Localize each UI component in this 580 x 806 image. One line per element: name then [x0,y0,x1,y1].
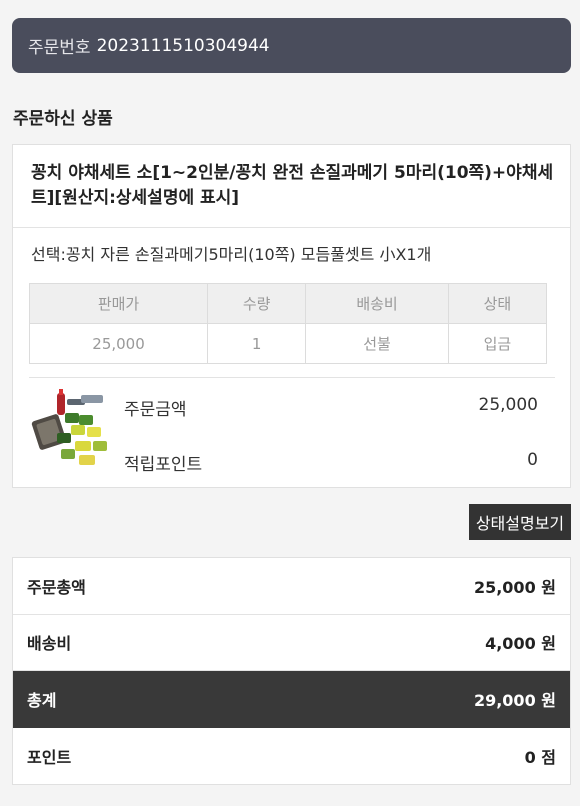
points-row: 적립포인트 0 [124,450,538,475]
order-total-value: 25,000 원 [473,577,556,597]
point-value: 0 점 [524,747,556,767]
order-number-value: 2023111510304944 [96,35,270,56]
point-label: 포인트 [27,747,72,767]
total-label: 총계 [27,691,57,711]
product-info-table: 판매가 수량 배송비 상태 25,000 1 선불 입금 [28,283,548,364]
total-value: 29,000 원 [473,691,556,711]
order-number-banner: 주문번호 2023111510304944 [12,18,571,73]
table-row: 25,000 1 선불 입금 [28,323,548,364]
order-amount-row: 주문금액 25,000 [124,395,538,420]
shipping-label: 배송비 [27,634,72,654]
order-summary: 주문총액 25,000 원 배송비 4,000 원 총계 29,000 원 포인… [12,557,571,785]
col-status-header: 상태 [447,283,548,324]
col-shipping-header: 배송비 [305,283,449,324]
section-title: 주문하신 상품 [13,109,113,129]
status-description-button[interactable]: 상태설명보기 [469,504,571,540]
order-number-label: 주문번호 [28,38,91,58]
col-qty-header: 수량 [207,283,307,324]
cell-status: 입금 [447,323,548,364]
shipping-value: 4,000 원 [485,634,556,654]
divider [13,227,570,228]
table-header-row: 판매가 수량 배송비 상태 [28,283,548,324]
summary-shipping-row: 배송비 4,000 원 [13,615,570,671]
summary-point-row: 포인트 0 점 [13,728,570,785]
order-amount-label: 주문금액 [124,400,187,420]
cell-shipping: 선불 [305,323,449,364]
divider [29,377,555,378]
order-amount-value: 25,000 [478,395,538,415]
cell-qty: 1 [207,323,307,364]
summary-total-row: 총계 29,000 원 [13,671,570,728]
points-value: 0 [527,450,538,470]
product-card: 꽁치 야채세트 소[1~2인분/꽁치 완전 손질과메기 5마리(10쪽)+야채세… [12,144,571,488]
product-thumbnail[interactable] [31,389,111,471]
points-label: 적립포인트 [124,455,203,475]
col-price-header: 판매가 [28,283,209,324]
cell-price: 25,000 [28,323,209,364]
product-option: 선택:꽁치 자른 손질과메기5마리(10쪽) 모듬풀셋트 小X1개 [31,245,432,264]
summary-order-total-row: 주문총액 25,000 원 [13,558,570,615]
product-name[interactable]: 꽁치 야채세트 소[1~2인분/꽁치 완전 손질과메기 5마리(10쪽)+야채세… [31,161,556,211]
order-total-label: 주문총액 [27,577,86,597]
